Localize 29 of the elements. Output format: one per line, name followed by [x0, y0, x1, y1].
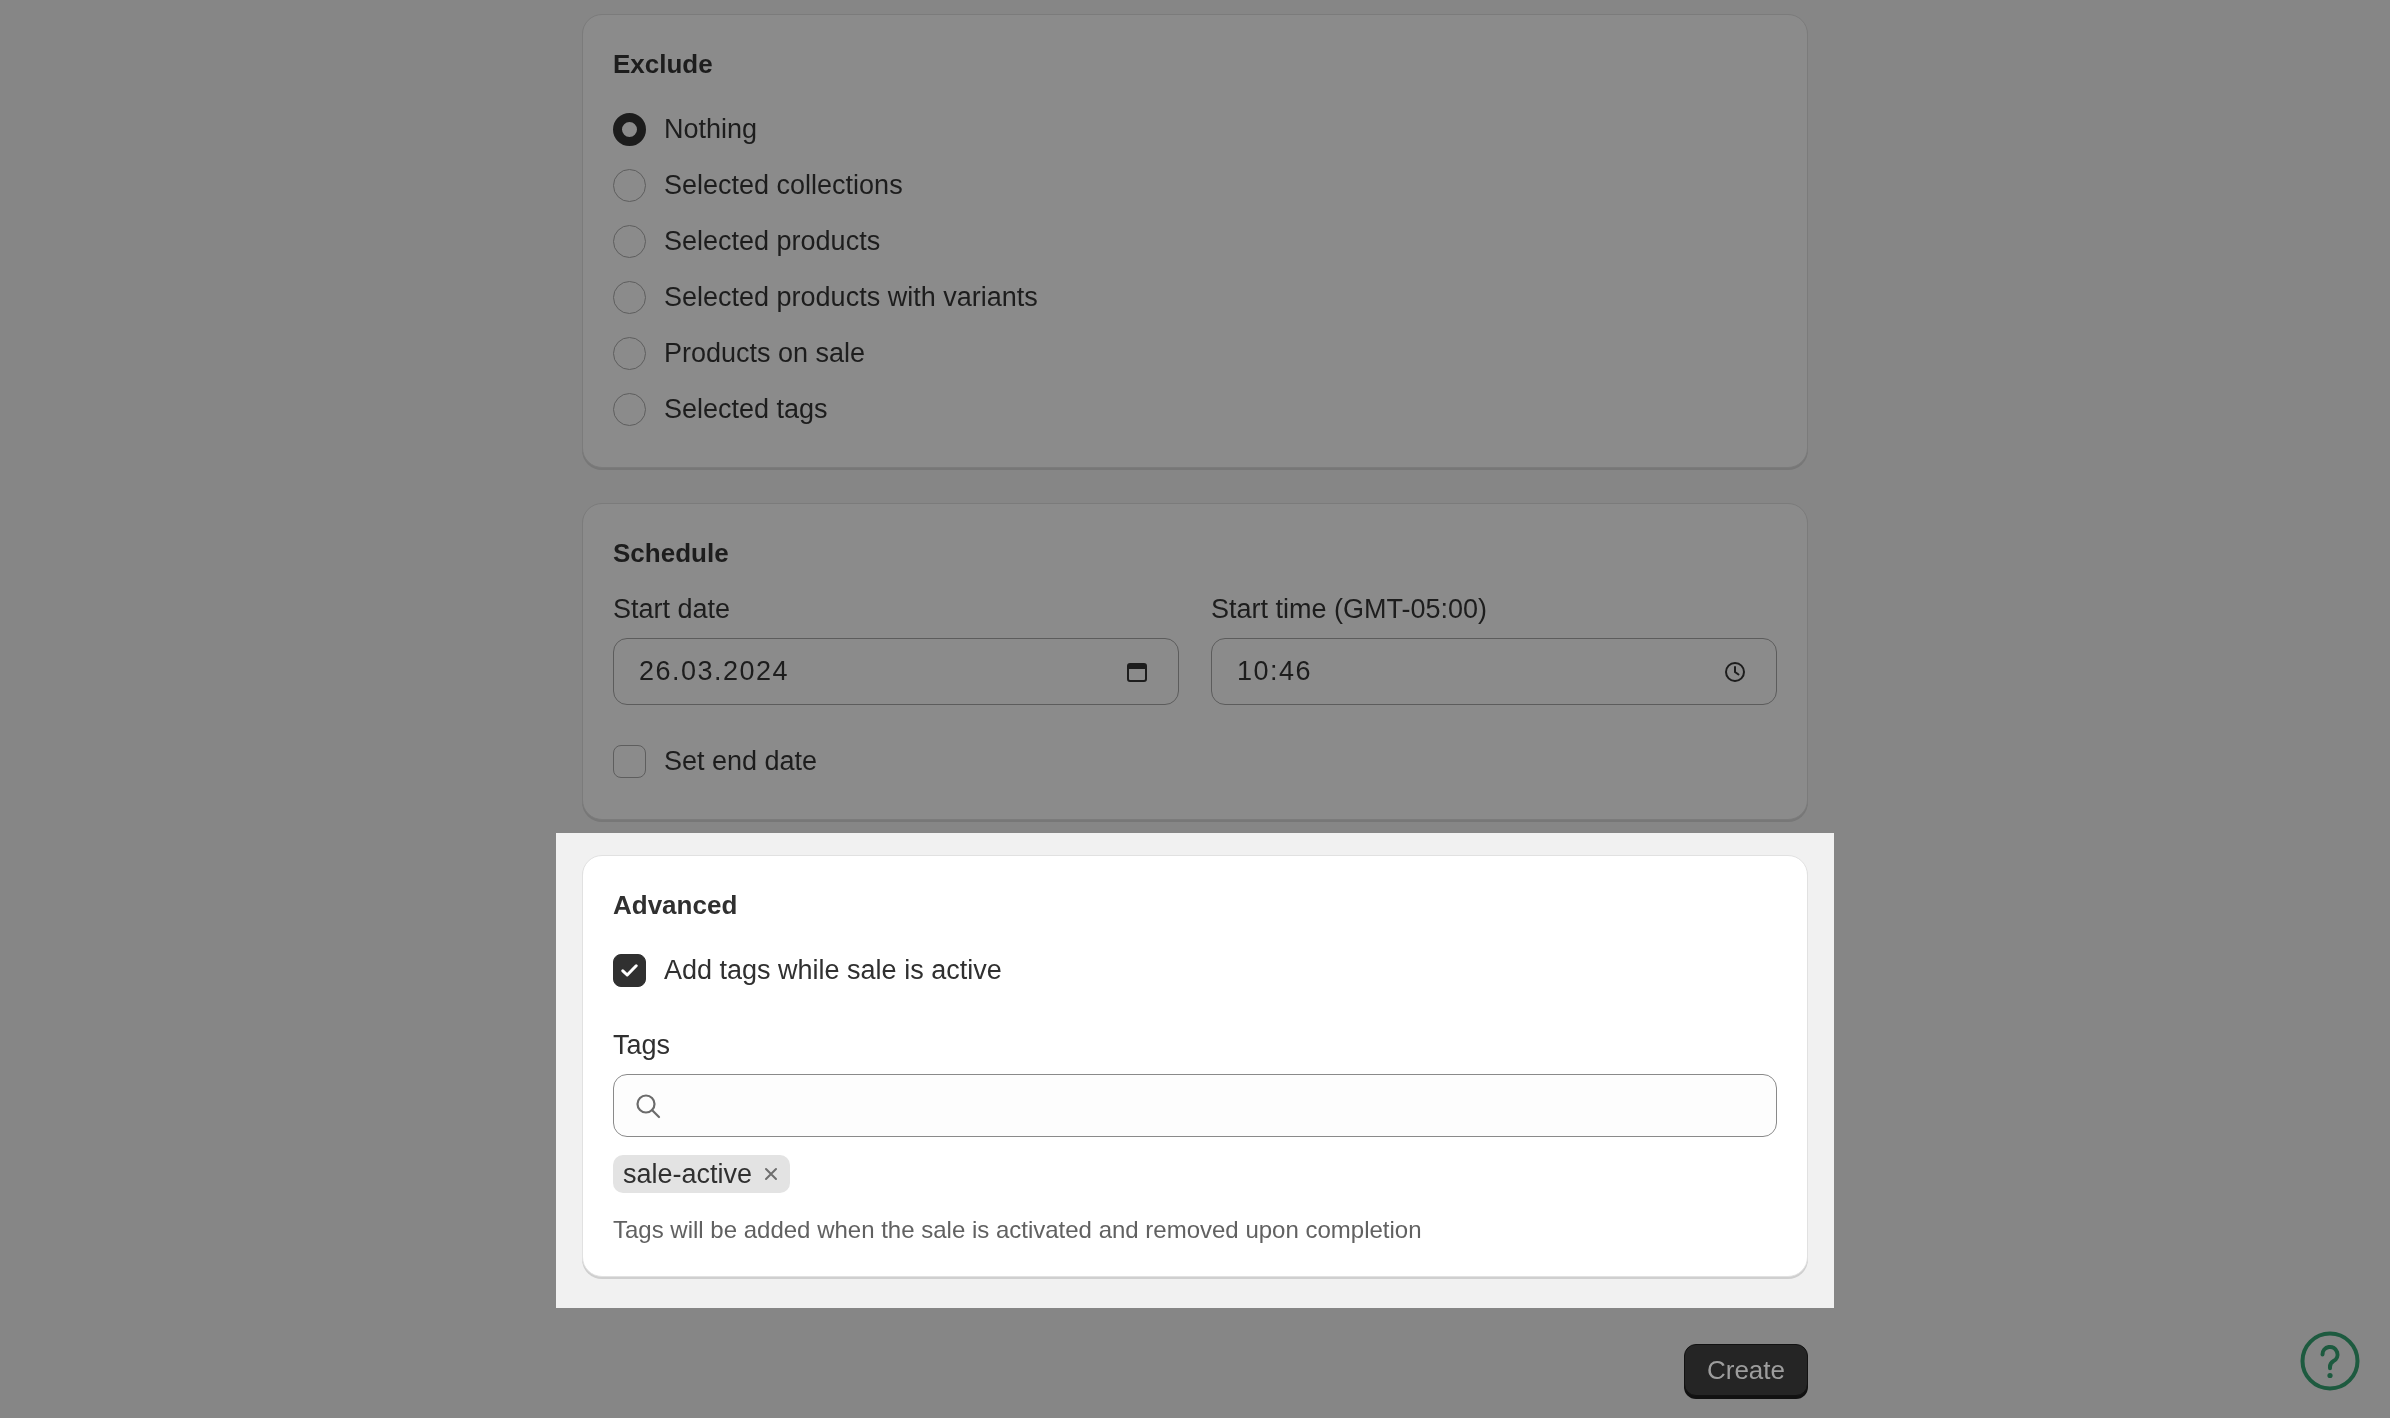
option-label: Products on sale — [664, 337, 866, 370]
calendar-icon[interactable] — [1126, 660, 1148, 683]
option-label: Selected products — [664, 225, 881, 258]
tag-search-field[interactable] — [613, 1074, 1777, 1137]
help-text: Tags will be added when the sale is activated and removed upon completion — [613, 1215, 1422, 1245]
option-label: Nothing — [664, 113, 758, 146]
section-title: Schedule — [613, 537, 729, 570]
clock-icon[interactable] — [1724, 660, 1746, 683]
create-button[interactable]: Create — [1683, 1344, 1808, 1396]
section-title: Advanced — [613, 889, 738, 922]
checkbox-label: Set end date — [664, 745, 818, 778]
close-icon[interactable] — [764, 1167, 779, 1181]
field-label: Start time (GMT-05:00) — [1211, 593, 1488, 626]
checkmark-icon — [621, 963, 638, 977]
time-input[interactable]: 10:46 — [1211, 638, 1777, 705]
option-label: Selected collections — [664, 169, 903, 202]
help-icon[interactable] — [2300, 1331, 2360, 1391]
radio-button[interactable] — [613, 112, 646, 146]
option-label: Selected tags — [664, 393, 828, 426]
date-input[interactable]: 26.03.2024 — [613, 638, 1179, 705]
tag-label: sale-active — [623, 1158, 753, 1191]
option-label: Selected products with variants — [664, 281, 1038, 314]
field-label: Tags — [613, 1029, 671, 1062]
checkbox[interactable] — [613, 744, 646, 778]
field-label: Start date — [613, 593, 731, 626]
checkbox-label: Add tags while sale is active — [664, 954, 1002, 987]
search-icon — [634, 1091, 662, 1120]
checkbox[interactable] — [613, 953, 646, 987]
section-title: Exclude — [613, 48, 713, 81]
